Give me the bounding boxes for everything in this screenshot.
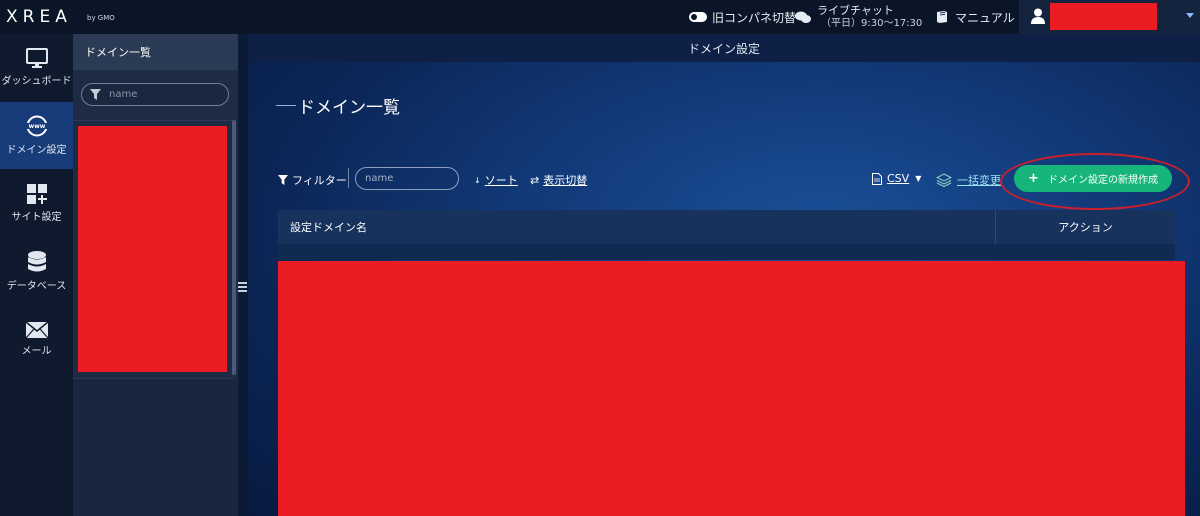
nav-item-mail[interactable]: メール (0, 306, 73, 373)
redacted-table-body (278, 261, 1185, 516)
layers-icon (936, 173, 952, 187)
list-panel-title: ドメイン一覧 (73, 34, 238, 70)
main-header-title: ドメイン設定 (248, 34, 1200, 62)
sort-az-icon: ↓ (474, 175, 481, 185)
nav-item-domain[interactable]: www ドメイン設定 (0, 102, 73, 169)
filter-toggle[interactable]: フィルター (278, 172, 347, 188)
manual-link[interactable]: マニュアル (935, 0, 1015, 34)
page-title: ドメイン一覧 (276, 93, 400, 118)
nav-item-database[interactable]: データベース (0, 238, 73, 305)
csv-dropdown[interactable]: CSV ▼ (872, 172, 921, 185)
divider (73, 120, 233, 121)
monitor-icon (25, 48, 48, 68)
nav-label: ダッシュボード (1, 76, 72, 87)
list-search-input[interactable] (109, 89, 219, 100)
user-icon (1031, 8, 1045, 24)
sort-label: ソート (484, 174, 518, 187)
nav-item-dashboard[interactable]: ダッシュボード (0, 34, 73, 101)
livechat-link[interactable]: ライブチャット （平日）9:30～17:30 (795, 0, 922, 34)
table-header: 設定ドメイン名 アクション (278, 210, 1175, 244)
list-empty-area (73, 379, 238, 516)
document-icon (872, 172, 882, 185)
grid-plus-icon (26, 184, 47, 204)
database-icon (27, 251, 46, 272)
redacted-username (1050, 3, 1157, 30)
new-button-label: ドメイン設定の新規作成 (1047, 175, 1158, 186)
divider (348, 168, 349, 188)
display-toggle-link[interactable]: ⇄ 表示切替 (530, 172, 587, 188)
xrea-logo[interactable]: XREA (6, 7, 72, 27)
nav-label: サイト設定 (11, 212, 62, 223)
filter-input[interactable] (355, 167, 459, 190)
svg-text:www: www (28, 123, 45, 130)
nav-item-site[interactable]: サイト設定 (0, 170, 73, 237)
swap-arrows-icon: ⇄ (530, 173, 540, 187)
page-title-text: ドメイン一覧 (298, 98, 400, 118)
redacted-domain-list (78, 126, 227, 372)
resize-handle[interactable] (238, 282, 247, 292)
logo-sub-text: by GMO (87, 14, 115, 22)
title-dash (276, 105, 296, 106)
chevron-down-icon[interactable] (1186, 13, 1194, 18)
column-header-action: アクション (1058, 221, 1113, 234)
old-panel-switch[interactable]: 旧コンパネ切替 (689, 0, 796, 34)
list-scrollbar[interactable] (232, 120, 236, 375)
top-bar: XREA by GMO 旧コンパネ切替 ライブチャット （平日）9:30～17:… (0, 0, 1200, 34)
bulk-change-link[interactable]: 一括変更 (936, 172, 1001, 188)
filter-icon (278, 175, 288, 185)
livechat-label: ライブチャット (817, 4, 894, 17)
chevron-down-icon: ▼ (915, 174, 922, 183)
new-domain-setting-button[interactable]: + ドメイン設定の新規作成 (1014, 165, 1172, 192)
domain-list-panel: ドメイン一覧 (73, 34, 238, 516)
toggle-icon (689, 12, 707, 22)
left-nav: ダッシュボード www ドメイン設定 サイト設定 データベース メール (0, 34, 73, 516)
nav-label: ドメイン設定 (6, 145, 67, 156)
manual-label: マニュアル (955, 10, 1015, 25)
column-header-domain-name[interactable]: 設定ドメイン名 (278, 210, 996, 244)
main-content: ドメイン設定 ドメイン一覧 フィルター ↓ ソート ⇄ 表示切替 CSV ▼ 一… (248, 34, 1200, 516)
display-toggle-label: 表示切替 (543, 174, 588, 187)
old-panel-label: 旧コンパネ切替 (712, 10, 797, 25)
filter-label: フィルター (292, 174, 347, 187)
nav-label: メール (21, 346, 52, 357)
chat-bubbles-icon (795, 11, 811, 23)
mail-icon (25, 322, 48, 338)
list-search-box[interactable] (81, 83, 229, 106)
nav-label: データベース (6, 281, 67, 292)
sort-link[interactable]: ↓ ソート (474, 172, 518, 188)
plus-icon: + (1028, 171, 1039, 186)
csv-label: CSV (887, 172, 910, 185)
filter-icon (90, 89, 101, 100)
www-globe-icon: www (25, 115, 48, 137)
bulk-change-label: 一括変更 (957, 174, 1001, 187)
table-spacer (278, 244, 1175, 260)
livechat-hours: （平日）9:30～17:30 (821, 18, 923, 29)
book-icon (937, 11, 947, 23)
